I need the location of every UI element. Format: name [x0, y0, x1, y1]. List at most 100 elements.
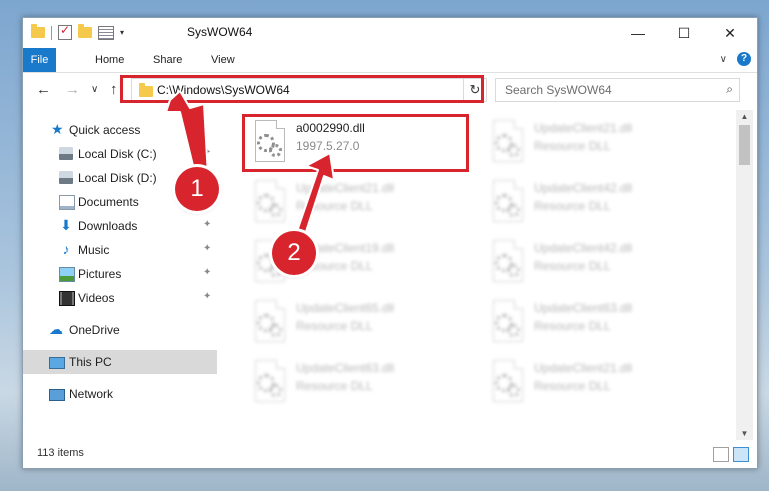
star-icon: ★	[51, 121, 64, 137]
sidebar-item-label: Quick access	[69, 123, 141, 137]
file-type: Resource DLL	[534, 379, 611, 393]
up-arrow-icon[interactable]: ↑	[110, 81, 118, 98]
details-view-icon[interactable]	[713, 447, 729, 462]
file-item[interactable]: UpdateClient21.dll Resource DLL	[249, 178, 469, 230]
file-type: Resource DLL	[534, 139, 611, 153]
file-name: UpdateClient42.dll	[534, 181, 633, 195]
sidebar-item-quick-access[interactable]: ★ Quick access	[23, 118, 217, 142]
scroll-down-icon[interactable]: ▼	[736, 429, 753, 438]
vertical-scrollbar[interactable]: ▲ ▼	[736, 110, 753, 440]
scroll-thumb[interactable]	[739, 125, 750, 165]
file-item[interactable]: UpdateClient65.dll Resource DLL	[249, 298, 469, 350]
tab-share[interactable]: Share	[141, 48, 194, 72]
dll-file-icon	[249, 360, 287, 406]
sidebar-item-music[interactable]: ♪ Music ✦	[23, 238, 217, 262]
dll-file-icon	[487, 360, 525, 406]
quick-access-toolbar: ▾	[31, 23, 124, 40]
pin-icon[interactable]: ✦	[203, 291, 211, 302]
large-icons-view-icon[interactable]	[733, 447, 749, 462]
step-1-badge: 1	[175, 167, 219, 211]
folder-icon	[31, 24, 45, 38]
sidebar-item-label: Local Disk (C:)	[78, 147, 157, 161]
file-item[interactable]: UpdateClient42.dll Resource DLL	[487, 178, 707, 230]
sidebar-item-label: Documents	[78, 195, 139, 209]
download-icon: ⬇	[60, 217, 72, 233]
tab-file[interactable]: File	[23, 48, 56, 72]
dll-file-icon	[487, 300, 525, 346]
file-name: UpdateClient21.dll	[296, 181, 395, 195]
file-highlight-box	[242, 114, 469, 172]
forward-arrow-icon[interactable]: →	[65, 81, 80, 98]
qat-separator	[51, 25, 52, 40]
view-toggle	[713, 447, 749, 462]
dll-file-icon	[487, 120, 525, 166]
sidebar-item-label: Music	[78, 243, 110, 257]
navigation-pane: ★ Quick access Local Disk (C:) ✦ Local D…	[23, 110, 219, 440]
music-icon: ♪	[62, 241, 70, 257]
step-2-badge: 2	[272, 231, 316, 275]
sidebar-item-local-disk-c[interactable]: Local Disk (C:) ✦	[23, 142, 217, 166]
sidebar-item-videos[interactable]: Videos ✦	[23, 286, 217, 310]
dll-file-icon	[487, 240, 525, 286]
pin-icon[interactable]: ✦	[203, 147, 211, 158]
back-arrow-icon[interactable]: ←	[36, 81, 51, 98]
file-type: Resource DLL	[534, 319, 611, 333]
sidebar-item-label: Local Disk (D:)	[78, 171, 157, 185]
tab-home[interactable]: Home	[83, 48, 136, 72]
ribbon-controls: ∨ ?	[720, 52, 751, 66]
ribbon-expand-icon[interactable]: ∨	[720, 54, 727, 65]
search-icon[interactable]: ⌕	[726, 82, 733, 97]
file-item[interactable]: UpdateClient63.dll Resource DLL	[487, 298, 707, 350]
minimize-button[interactable]: —	[615, 18, 661, 48]
dll-file-icon	[487, 180, 525, 226]
disk-icon	[59, 171, 73, 184]
file-type: Resource DLL	[296, 379, 373, 393]
file-item[interactable]: UpdateClient63.dll Resource DLL	[249, 358, 469, 410]
file-item[interactable]: UpdateClient42.dll Resource DLL	[487, 238, 707, 290]
file-type: Resource DLL	[534, 259, 611, 273]
file-type: Resource DLL	[296, 199, 373, 213]
sidebar-item-label: Pictures	[78, 267, 122, 281]
close-button[interactable]: ✕	[707, 18, 753, 48]
qat-dropdown-icon[interactable]: ▾	[120, 28, 124, 37]
maximize-button[interactable]: ☐	[661, 18, 707, 48]
file-item[interactable]: UpdateClient21.dll Resource DLL	[487, 118, 707, 170]
recent-locations-icon[interactable]: ∨	[91, 84, 98, 95]
sidebar-item-label: Videos	[78, 291, 115, 305]
computer-icon	[49, 357, 65, 369]
scroll-up-icon[interactable]: ▲	[736, 112, 753, 121]
sidebar-item-label: This PC	[69, 355, 112, 369]
sidebar-item-onedrive[interactable]: ☁ OneDrive	[23, 318, 217, 342]
pictures-icon	[59, 267, 75, 282]
network-icon	[49, 389, 65, 401]
file-type: Resource DLL	[296, 319, 373, 333]
status-bar: 113 items	[23, 444, 757, 466]
pin-icon[interactable]: ✦	[203, 267, 211, 278]
file-name: UpdateClient21.dll	[534, 361, 633, 375]
file-name: UpdateClient42.dll	[534, 241, 633, 255]
sidebar-item-downloads[interactable]: ⬇ Downloads ✦	[23, 214, 217, 238]
customize-view-icon[interactable]	[98, 25, 114, 40]
file-name: UpdateClient65.dll	[296, 301, 395, 315]
new-folder-icon[interactable]	[78, 24, 92, 38]
search-box[interactable]: Search SysWOW64 ⌕	[495, 78, 740, 102]
sidebar-item-pictures[interactable]: Pictures ✦	[23, 262, 217, 286]
help-icon[interactable]: ?	[737, 52, 751, 66]
search-input[interactable]: Search SysWOW64	[505, 83, 612, 97]
file-name: UpdateClient63.dll	[296, 361, 395, 375]
properties-check-icon[interactable]	[58, 23, 72, 40]
file-type: Resource DLL	[534, 199, 611, 213]
pin-icon[interactable]: ✦	[203, 219, 211, 230]
tab-view[interactable]: View	[199, 48, 247, 72]
videos-icon	[59, 291, 75, 306]
disk-icon	[59, 147, 73, 160]
sidebar-item-network[interactable]: Network	[23, 382, 217, 406]
cloud-icon: ☁	[49, 321, 63, 337]
dll-file-icon	[249, 300, 287, 346]
item-count: 113 items	[37, 447, 84, 459]
file-item[interactable]: UpdateClient21.dll Resource DLL	[487, 358, 707, 410]
file-name: UpdateClient21.dll	[534, 121, 633, 135]
pin-icon[interactable]: ✦	[203, 243, 211, 254]
sidebar-item-this-pc[interactable]: This PC	[23, 350, 217, 374]
ribbon-tabs: File Home Share View ∨ ?	[23, 48, 757, 73]
